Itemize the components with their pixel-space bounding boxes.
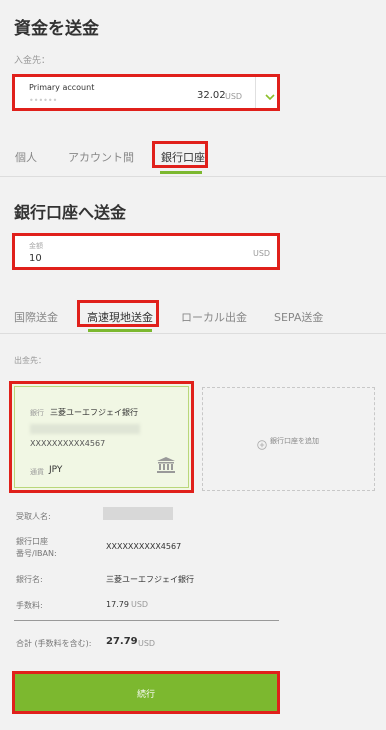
- currency-label: 通貨: [30, 468, 44, 476]
- tab-between-accounts[interactable]: アカウント間: [68, 149, 134, 165]
- tab-personal[interactable]: 個人: [15, 149, 37, 165]
- plus-circle-icon: [257, 435, 267, 450]
- amount-currency: USD: [253, 249, 271, 258]
- account-name: Primary account: [29, 83, 95, 92]
- tab-local-withdrawal[interactable]: ローカル出金: [181, 309, 247, 325]
- tab-fast-local-underline: [88, 329, 152, 332]
- bank-name: 三菱ユーエフジェイ銀行: [50, 408, 138, 417]
- bank-card-account-number: XXXXXXXXXX4567: [30, 439, 106, 448]
- transfer-tabs-divider: [0, 333, 386, 334]
- tab-bank-account[interactable]: 銀行口座: [152, 141, 208, 168]
- account-balance: 32.02: [197, 90, 226, 101]
- continue-button[interactable]: 続行: [12, 671, 280, 714]
- tab-fast-local-label: 高速現地送金: [87, 311, 153, 324]
- recipient-label: 受取人名:: [16, 512, 51, 521]
- tab-fast-local[interactable]: 高速現地送金: [77, 300, 159, 327]
- destination-label: 出金先：: [14, 356, 46, 365]
- account-number-label-2: 番号/IBAN:: [16, 549, 57, 558]
- continue-button-label: 続行: [136, 690, 155, 700]
- tab-international[interactable]: 国際送金: [14, 309, 58, 325]
- total-divider: [14, 620, 279, 621]
- account-number-masked: ••••••: [29, 96, 58, 105]
- bank-building-icon: [156, 456, 176, 474]
- bank-card-blurred-holder: [30, 424, 140, 434]
- chevron-down-icon[interactable]: [265, 87, 275, 101]
- page-title: 資金を送金: [14, 19, 99, 39]
- fee-value: 17.79: [106, 600, 129, 609]
- bank-name-label: 銀行名:: [16, 575, 43, 584]
- add-bank-account-label: 銀行口座を追加: [270, 437, 319, 445]
- tabs-divider: [0, 176, 386, 177]
- total-currency: USD: [138, 639, 156, 648]
- bank-name-value: 三菱ユーエフジェイ銀行: [106, 575, 194, 584]
- bank-prefix: 銀行: [30, 409, 44, 417]
- fee-currency: USD: [131, 600, 149, 609]
- card-currency: JPY: [49, 465, 63, 475]
- fee-label: 手数料:: [16, 601, 43, 610]
- account-select[interactable]: Primary account •••••• 32.02 USD: [12, 74, 280, 111]
- tab-bank-account-label: 銀行口座: [161, 151, 205, 164]
- account-number-value: XXXXXXXXXX4567: [106, 542, 182, 551]
- recipient-value-redacted: [103, 507, 173, 520]
- bank-card[interactable]: 銀行 三菱ユーエフジェイ銀行 XXXXXXXXXX4567 通貨 JPY: [9, 381, 194, 493]
- amount-field[interactable]: 金額 10 USD: [12, 233, 280, 270]
- section-title: 銀行口座へ送金: [14, 203, 127, 222]
- amount-value: 10: [29, 253, 42, 264]
- tab-sepa[interactable]: SEPA送金: [274, 309, 323, 325]
- account-number-label-1: 銀行口座: [16, 537, 48, 546]
- deposit-label: 入金先：: [14, 56, 51, 66]
- account-currency: USD: [225, 92, 243, 101]
- total-label: 合計 (手数料を含む):: [16, 639, 92, 648]
- dropdown-divider: [255, 77, 256, 108]
- amount-label: 金額: [29, 242, 43, 250]
- total-value: 27.79: [106, 636, 138, 647]
- add-bank-account-button[interactable]: 銀行口座を追加: [202, 387, 375, 491]
- tab-bank-account-underline: [160, 171, 202, 174]
